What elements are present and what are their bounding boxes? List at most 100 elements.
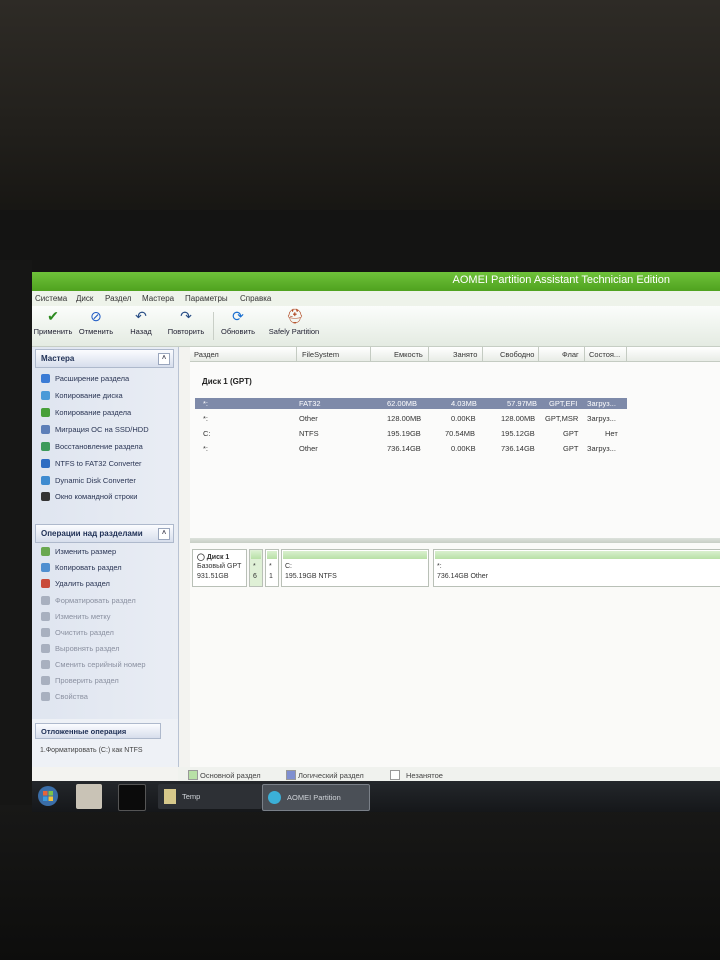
wizard-item[interactable]: Окно командной строки xyxy=(41,492,137,501)
col-filesystem[interactable]: FileSystem xyxy=(302,350,339,359)
disk-icon: ◯ xyxy=(197,554,207,561)
operation-item[interactable]: Удалить раздел xyxy=(41,579,110,588)
collapse-icon[interactable]: ˄ xyxy=(158,528,170,540)
dynamic-disk-icon xyxy=(41,476,50,485)
col-status[interactable]: Состоя... xyxy=(589,350,620,359)
command-prompt-icon xyxy=(41,492,50,501)
disk-name-row: ◯ Диск 1 xyxy=(197,554,230,561)
menu-partition[interactable]: Раздел xyxy=(105,294,131,303)
refresh-button[interactable]: ⟳ Обновить xyxy=(218,308,258,336)
monitor-bezel-left xyxy=(0,260,32,820)
wizard-item[interactable]: Dynamic Disk Converter xyxy=(41,476,136,485)
col-partition[interactable]: Раздел xyxy=(194,350,219,359)
title-bar: AOMEI Partition Assistant Technician Edi… xyxy=(32,272,720,291)
align-icon xyxy=(41,644,50,653)
operation-item[interactable]: Выровнять раздел xyxy=(41,644,120,653)
wizard-item[interactable]: Миграция ОС на SSD/HDD xyxy=(41,425,149,434)
side-panel: Мастера ˄ Расширение раздела Копирование… xyxy=(32,347,179,767)
unallocated-swatch xyxy=(390,770,400,780)
pending-operations: Отложенные операция 1.Форматировать (C:)… xyxy=(32,719,178,767)
column-divider xyxy=(482,347,483,361)
operation-item[interactable]: Форматировать раздел xyxy=(41,596,136,605)
delete-icon xyxy=(41,579,50,588)
legend-primary: Основной раздел xyxy=(200,771,261,780)
operation-item[interactable]: Свойства xyxy=(41,692,88,701)
table-row[interactable]: *: FAT32 62.00MB 4.03MB 57.97MB GPT,EFI … xyxy=(195,398,627,409)
partition-block-efi[interactable]: * 6 xyxy=(249,549,263,587)
label-icon xyxy=(41,612,50,621)
toolbar: ✔ Применить ⊘ Отменить ↶ Назад ↷ Повтори… xyxy=(32,306,720,347)
menu-system[interactable]: Система xyxy=(35,294,67,303)
explorer-taskbar-icon[interactable] xyxy=(76,784,102,809)
monitor-bezel-bottom xyxy=(0,805,720,960)
apply-button[interactable]: ✔ Применить xyxy=(33,308,73,336)
column-divider xyxy=(296,347,297,361)
legend-unallocated: Незанятое xyxy=(406,771,443,780)
disk-card[interactable]: ◯ Диск 1 Базовый GPT 931.51GB xyxy=(192,549,247,587)
wizard-item[interactable]: Копирование раздела xyxy=(41,408,131,417)
column-divider xyxy=(428,347,429,361)
check-icon: ✔ xyxy=(47,308,59,324)
resize-icon xyxy=(41,547,50,556)
operation-item[interactable]: Сменить серийный номер xyxy=(41,660,146,669)
collapse-icon[interactable]: ˄ xyxy=(158,353,170,365)
table-row[interactable]: C: NTFS 195.19GB 70.54MB 195.12GB GPT Не… xyxy=(195,428,627,439)
col-flag[interactable]: Флаг xyxy=(562,350,579,359)
undo-button[interactable]: ↶ Назад xyxy=(124,308,158,336)
operations-header[interactable]: Операции над разделами ˄ xyxy=(35,524,174,543)
wizard-item[interactable]: Восстановление раздела xyxy=(41,442,143,451)
discard-button[interactable]: ⊘ Отменить xyxy=(76,308,116,336)
redo-label: Повторить xyxy=(167,327,205,336)
properties-icon xyxy=(41,692,50,701)
aomei-taskbar-button[interactable]: AOMEI Partition xyxy=(262,784,370,811)
menu-settings[interactable]: Параметры xyxy=(185,294,228,303)
disk-type: Базовый GPT xyxy=(197,563,242,570)
format-icon xyxy=(41,596,50,605)
table-row[interactable]: *: Other 736.14GB 0.00KB 736.14GB GPT За… xyxy=(195,443,627,454)
operation-item[interactable]: Очистить раздел xyxy=(41,628,114,637)
pending-header[interactable]: Отложенные операция xyxy=(35,723,161,739)
disk-copy-icon xyxy=(41,391,50,400)
safely-partition-icon: ⛑ xyxy=(286,308,304,324)
partition-block-other[interactable]: *: 736.14GB Other xyxy=(433,549,720,587)
menu-bar: Система Диск Раздел Мастера Параметры Сп… xyxy=(32,291,720,306)
pending-op[interactable]: 1.Форматировать (C:) как NTFS xyxy=(40,747,143,754)
menu-help[interactable]: Справка xyxy=(240,294,271,303)
discard-icon: ⊘ xyxy=(90,308,102,324)
menu-disk[interactable]: Диск xyxy=(76,294,93,303)
legend: Основной раздел Логический раздел Незаня… xyxy=(178,767,720,781)
serial-icon xyxy=(41,660,50,669)
menu-wizards[interactable]: Мастера xyxy=(142,294,174,303)
col-free[interactable]: Свободно xyxy=(500,350,534,359)
operation-item[interactable]: Копировать раздел xyxy=(41,563,122,572)
wipe-icon xyxy=(41,628,50,637)
disk-size: 931.51GB xyxy=(197,573,229,580)
col-used[interactable]: Занято xyxy=(453,350,477,359)
refresh-label: Обновить xyxy=(221,327,255,336)
wizard-item[interactable]: NTFS to FAT32 Converter xyxy=(41,459,142,468)
redo-icon: ↷ xyxy=(180,308,192,324)
wizards-header[interactable]: Мастера ˄ xyxy=(35,349,174,368)
wizard-item[interactable]: Копирование диска xyxy=(41,391,123,400)
refresh-icon: ⟳ xyxy=(232,308,244,324)
operation-item[interactable]: Изменить размер xyxy=(41,547,116,556)
redo-button[interactable]: ↷ Повторить xyxy=(164,308,208,336)
temp-taskbar-button[interactable]: Temp xyxy=(158,784,262,809)
col-capacity[interactable]: Емкость xyxy=(394,350,423,359)
partition-block-c[interactable]: C: 195.19GB NTFS xyxy=(281,549,429,587)
start-button[interactable] xyxy=(36,784,60,809)
undo-icon: ↶ xyxy=(135,308,147,324)
operation-item[interactable]: Проверить раздел xyxy=(41,676,119,685)
aomei-app-icon xyxy=(268,791,281,804)
safely-partition-button[interactable]: ⛑ Safely Partition xyxy=(266,308,322,336)
partition-block-msr[interactable]: * 1 xyxy=(265,549,279,587)
copy-icon xyxy=(41,563,50,572)
usage-bar xyxy=(435,551,720,559)
wizard-item[interactable]: Расширение раздела xyxy=(41,374,129,383)
legend-logical: Логический раздел xyxy=(298,771,364,780)
logical-swatch xyxy=(286,770,296,780)
windows-logo-icon xyxy=(38,786,58,806)
cmd-taskbar-icon[interactable] xyxy=(118,784,146,811)
table-row[interactable]: *: Other 128.00MB 0.00KB 128.00MB GPT,MS… xyxy=(195,413,627,424)
operation-item[interactable]: Изменить метку xyxy=(41,612,111,621)
